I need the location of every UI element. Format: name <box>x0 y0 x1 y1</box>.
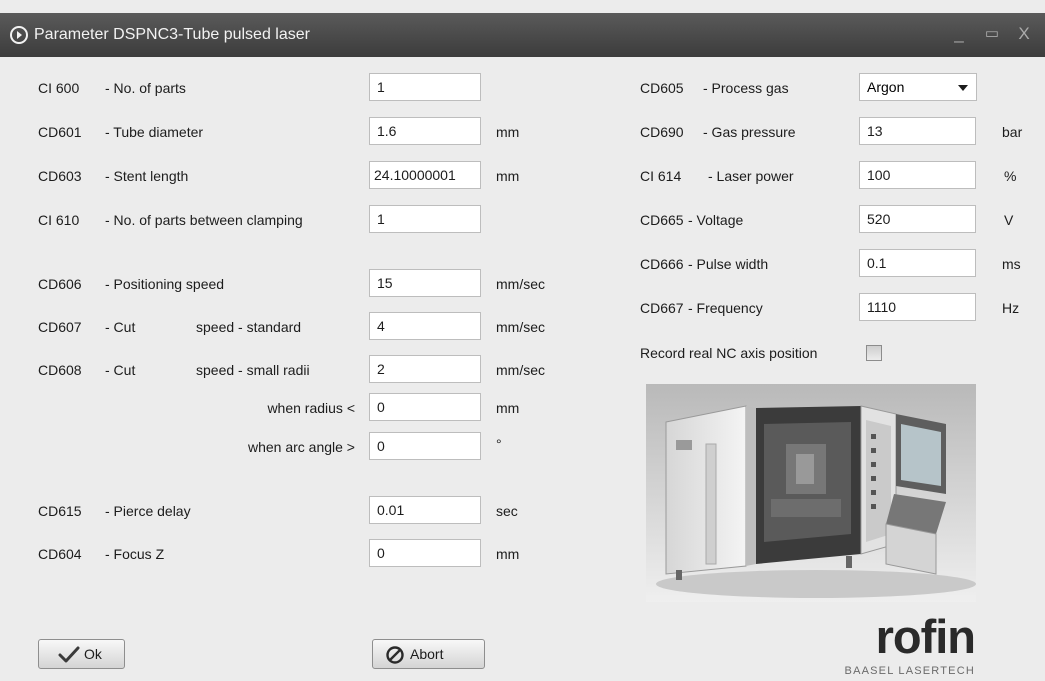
no-of-parts-input[interactable]: 1 <box>369 73 481 101</box>
ok-button[interactable]: Ok <box>38 639 125 669</box>
unit-frequency: Hz <box>1002 300 1020 316</box>
code-cd666: CD666 <box>640 256 684 272</box>
unit-positioning-speed: mm/sec <box>496 276 545 292</box>
stent-length-input[interactable]: 24.10000001 <box>369 161 481 189</box>
laser-power-input[interactable]: 100 <box>859 161 976 189</box>
window-title: Parameter DSPNC3-Tube pulsed laser <box>34 26 310 43</box>
label-pulse-width: - Pulse width <box>688 256 769 272</box>
tube-diameter-input[interactable]: 1.6 <box>369 117 481 145</box>
code-cd603: CD603 <box>38 168 82 184</box>
unit-stent-length: mm <box>496 168 520 184</box>
code-cd606: CD606 <box>38 276 82 292</box>
unit-gas-pressure: bar <box>1002 124 1023 140</box>
label-no-of-parts: - No. of parts <box>105 80 186 96</box>
unit-laser-power: % <box>1004 168 1017 184</box>
parts-between-clamping-input[interactable]: 1 <box>369 205 481 233</box>
label-tube-diameter: - Tube diameter <box>105 124 204 140</box>
title-bar[interactable]: Parameter DSPNC3-Tube pulsed laser _ ▭ X <box>0 13 1045 57</box>
label-voltage: - Voltage <box>688 212 744 228</box>
label-frequency: - Frequency <box>688 300 763 316</box>
unit-voltage: V <box>1004 212 1014 228</box>
code-ci614: CI 614 <box>640 168 682 184</box>
when-arc-angle-input[interactable]: 0 <box>369 432 481 460</box>
unit-when-arc-angle: ° <box>496 436 502 452</box>
process-gas-select[interactable]: Argon <box>859 73 977 101</box>
label-pierce-delay: - Pierce delay <box>105 503 191 519</box>
code-ci600: CI 600 <box>38 80 80 96</box>
label-cut-standard: - Cut <box>105 319 136 335</box>
checkmark-icon <box>58 646 80 663</box>
code-cd665: CD665 <box>640 212 684 228</box>
prohibit-icon <box>386 646 404 664</box>
rofin-logo-subtitle: BAASEL LASERTECH <box>844 665 975 677</box>
label-focus-z: - Focus Z <box>105 546 165 562</box>
abort-button[interactable]: Abort <box>372 639 485 669</box>
unit-pierce-delay: sec <box>496 503 518 519</box>
dialog-content: CI 600 - No. of parts 1 CD601 - Tube dia… <box>0 57 1045 681</box>
label-process-gas: - Process gas <box>703 80 789 96</box>
label-record-nc-axis: Record real NC axis position <box>640 345 818 361</box>
label-gas-pressure: - Gas pressure <box>703 124 796 140</box>
label-when-arc-angle: when arc angle > <box>247 439 355 455</box>
positioning-speed-input[interactable]: 15 <box>369 269 481 297</box>
cut-speed-standard-input[interactable]: 4 <box>369 312 481 340</box>
laser-machine-image <box>646 384 976 602</box>
code-cd667: CD667 <box>640 300 684 316</box>
unit-when-radius: mm <box>496 400 520 416</box>
minimize-button[interactable]: _ <box>949 23 969 45</box>
rofin-logo: rofin <box>875 610 976 663</box>
code-cd615: CD615 <box>38 503 82 519</box>
when-radius-input[interactable]: 0 <box>369 393 481 421</box>
label-speed-small-radii: speed - small radii <box>196 362 310 378</box>
label-when-radius: when radius < <box>267 400 355 416</box>
code-cd690: CD690 <box>640 124 684 140</box>
label-cut-small-radii: - Cut <box>105 362 136 378</box>
process-gas-value: Argon <box>867 79 905 95</box>
record-nc-axis-checkbox[interactable] <box>866 345 882 361</box>
cut-speed-small-radii-input[interactable]: 2 <box>369 355 481 383</box>
unit-cut-speed-standard: mm/sec <box>496 319 545 335</box>
label-stent-length: - Stent length <box>105 168 189 184</box>
code-ci610: CI 610 <box>38 212 80 228</box>
label-positioning-speed: - Positioning speed <box>105 276 225 292</box>
unit-cut-speed-small-radii: mm/sec <box>496 362 545 378</box>
focus-z-input[interactable]: 0 <box>369 539 481 567</box>
label-laser-power: - Laser power <box>708 168 794 184</box>
unit-pulse-width: ms <box>1002 256 1021 272</box>
chevron-down-icon <box>958 85 968 91</box>
code-cd608: CD608 <box>38 362 82 378</box>
maximize-button[interactable]: ▭ <box>982 23 1002 45</box>
unit-tube-diameter: mm <box>496 124 520 140</box>
pierce-delay-input[interactable]: 0.01 <box>369 496 481 524</box>
gas-pressure-input[interactable]: 13 <box>859 117 976 145</box>
ok-label: Ok <box>84 646 102 662</box>
label-speed-standard: speed - standard <box>196 319 302 335</box>
voltage-input[interactable]: 520 <box>859 205 976 233</box>
code-cd604: CD604 <box>38 546 82 562</box>
close-button[interactable]: X <box>1014 23 1034 45</box>
label-parts-between-clamping: - No. of parts between clamping <box>105 212 303 228</box>
code-cd607: CD607 <box>38 319 82 335</box>
code-cd601: CD601 <box>38 124 82 140</box>
pulse-width-input[interactable]: 0.1 <box>859 249 976 277</box>
abort-label: Abort <box>410 646 444 662</box>
code-cd605: CD605 <box>640 80 684 96</box>
frequency-input[interactable]: 1110 <box>859 293 976 321</box>
app-circle-icon <box>10 26 28 44</box>
unit-focus-z: mm <box>496 546 520 562</box>
parameter-window: Parameter DSPNC3-Tube pulsed laser _ ▭ X… <box>0 0 1045 681</box>
